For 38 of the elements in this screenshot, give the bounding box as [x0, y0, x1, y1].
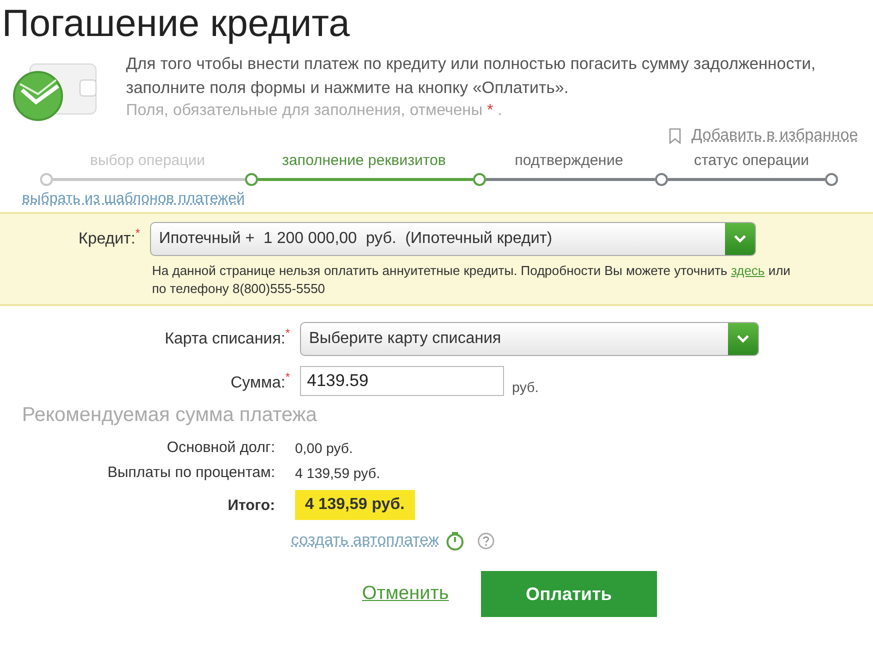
field-label: Кредит:$^{*}$ — [78, 225, 141, 248]
help-icon[interactable] — [477, 532, 496, 550]
section-title: Рекомендуемая сумма платежа — [22, 404, 318, 427]
notice-text: На данной странице нельзя оплатить аннуитетные кредиты. Подробности Вы можете уточнить здесь или по телефону 8(800)555-5550 — [152, 262, 792, 298]
step-node — [655, 172, 668, 186]
step-label: выбор операции — [88, 152, 206, 171]
autopay-link[interactable]: создать автоплатеж — [291, 532, 440, 550]
card-select[interactable]: Выберите карту списания — [300, 322, 759, 356]
summary-value: 4 139,59 руб. — [295, 464, 380, 480]
add-to-favorites-link[interactable]: Добавить в избранное — [691, 127, 858, 145]
currency-unit: руб. — [512, 379, 539, 395]
step-node — [473, 172, 486, 186]
amount-field[interactable]: 4139.59 — [300, 366, 504, 396]
step-node — [825, 172, 838, 186]
step-node — [40, 172, 53, 186]
total-label: Итого: — [226, 496, 276, 514]
required-note: Поля, обязательные для заполнения, отмечены * . — [126, 101, 504, 121]
bookmark-icon[interactable] — [669, 128, 682, 144]
credit-select[interactable]: Ипотечный + 1 200 000,00 руб. (Ипотечный кредит) — [150, 222, 756, 256]
page-title: Погашение кредита — [1, 2, 351, 46]
cancel-link[interactable]: Отменить — [362, 583, 449, 605]
pay-button[interactable]: Оплатить — [480, 571, 657, 617]
field-label: Сумма:$^{*}$ — [230, 369, 291, 392]
step-label: подтверждение — [514, 152, 624, 171]
total-value: 4 139,59 руб. — [295, 490, 415, 520]
caret-icon — [734, 235, 746, 243]
intro-text: Для того чтобы внести платеж по кредиту или полностью погасить сумму задолженности, заполните поля формы и нажмите на кнопку «Оплатить». — [126, 54, 817, 99]
step-label: статус операции — [692, 152, 810, 171]
timer-icon — [445, 531, 466, 551]
step-node — [245, 172, 258, 186]
step-label: заполнение реквизитов — [281, 152, 447, 171]
caret-icon — [737, 335, 749, 343]
field-label: Карта списания:$^{*}$ — [164, 325, 291, 348]
summary-value: 0,00 руб. — [295, 440, 353, 456]
summary-label: Основной долг: — [166, 439, 276, 456]
summary-label: Выплаты по процентам: — [106, 464, 276, 481]
templates-link[interactable]: выбрать из шаблонов платежей — [22, 190, 245, 207]
here-link[interactable]: здесь — [730, 263, 765, 278]
